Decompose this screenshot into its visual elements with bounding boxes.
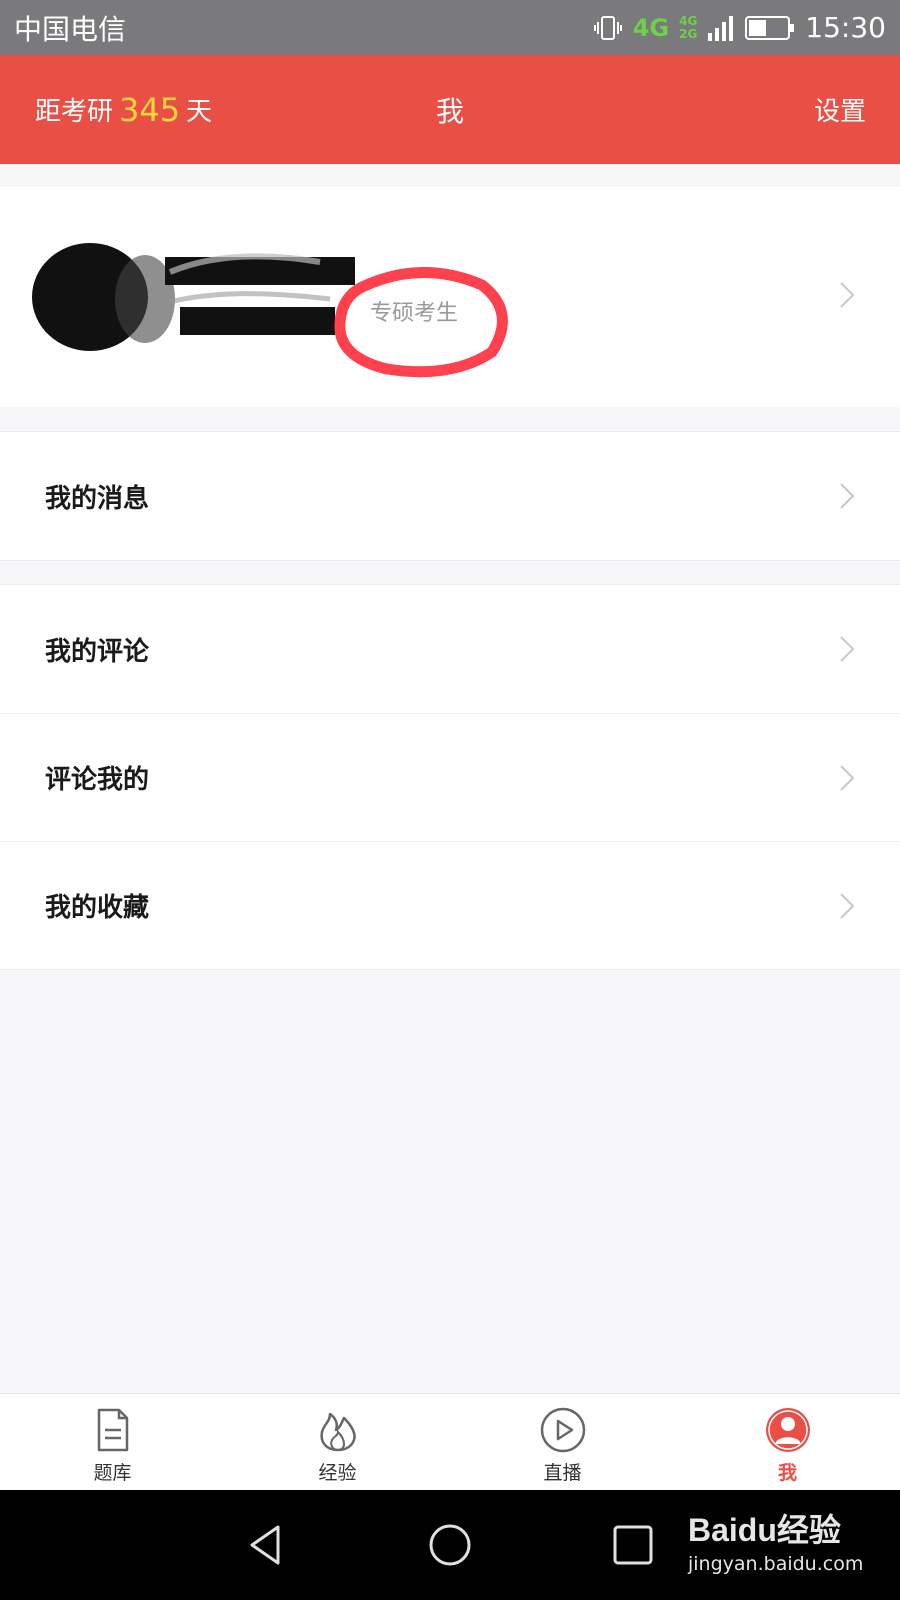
menu-item-label: 我的消息 (45, 483, 150, 514)
tab-question-bank[interactable]: 题库 (0, 1394, 225, 1491)
tab-experience[interactable]: 经验 (225, 1394, 450, 1491)
menu-item-comments-on-me[interactable]: 评论我的 (0, 713, 900, 841)
watermark-url: jingyan.baidu.com (688, 1553, 864, 1575)
bottom-tab-bar: 题库 经验 直播 我 (0, 1393, 900, 1491)
recents-icon[interactable] (610, 1522, 656, 1568)
home-icon[interactable] (427, 1522, 473, 1568)
play-circle-icon (540, 1407, 585, 1453)
chevron-right-icon (840, 765, 855, 791)
carrier-name: 中国电信 (14, 12, 127, 46)
menu-item-label: 我的收藏 (45, 893, 150, 923)
tab-label: 直播 (543, 1462, 582, 1484)
menu-item-label: 评论我的 (45, 765, 150, 795)
network-type: 4G (632, 13, 670, 42)
clock: 15:30 (805, 11, 886, 44)
status-bar: 中国电信 4G 4G 2G 15:30 (0, 0, 900, 55)
tab-label: 题库 (93, 1462, 132, 1484)
page-title: 我 (435, 94, 464, 128)
tab-live[interactable]: 直播 (450, 1394, 675, 1491)
menu-item-favorites[interactable]: 我的收藏 (0, 841, 900, 969)
user-icon (765, 1408, 810, 1452)
menu-item-my-comments[interactable]: 我的评论 (0, 585, 900, 713)
settings-button[interactable]: 设置 (814, 55, 866, 164)
watermark-logo: Baidu经验 (688, 1512, 841, 1548)
profile-card[interactable]: 专硕考生 (0, 187, 900, 407)
back-icon[interactable] (244, 1522, 290, 1568)
menu-item-messages[interactable]: 我的消息 (0, 432, 900, 560)
signal-icon (708, 15, 734, 41)
menu-item-label: 我的评论 (45, 636, 150, 667)
chevron-right-icon (840, 282, 855, 308)
network-sub: 4G 2G (679, 13, 698, 41)
user-tag: 专硕考生 (370, 301, 459, 326)
tab-me[interactable]: 我 (675, 1394, 900, 1491)
flame-icon (319, 1412, 356, 1452)
baidu-watermark: Baidu经验 jingyan.baidu.com (688, 1505, 863, 1575)
chevron-right-icon (840, 483, 855, 509)
menu-group-comments: 我的评论 评论我的 我的收藏 (0, 584, 900, 970)
status-indicators: 4G 4G 2G 15:30 (593, 11, 886, 44)
chevron-right-icon (840, 893, 855, 919)
redacted-avatar-and-name (32, 243, 355, 351)
tab-label: 经验 (318, 1462, 357, 1484)
document-icon (97, 1408, 128, 1452)
menu-group-messages: 我的消息 (0, 431, 900, 561)
tab-label: 我 (777, 1462, 797, 1484)
vibrate-icon (593, 15, 622, 40)
chevron-right-icon (840, 636, 855, 662)
battery-icon (745, 15, 795, 40)
app-header: 距考研 345 天 我 设置 (0, 55, 900, 164)
